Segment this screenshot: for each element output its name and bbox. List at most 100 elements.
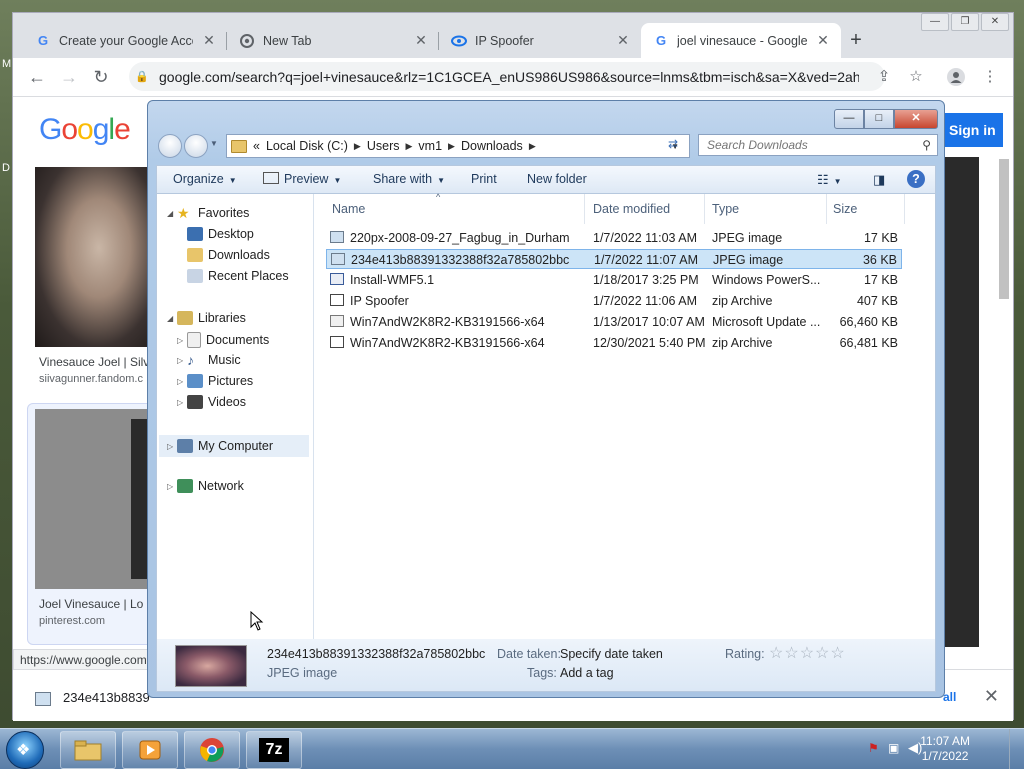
forward-arrow-icon[interactable]: → (57, 65, 81, 89)
taskbar-explorer[interactable] (60, 731, 116, 769)
tags-value[interactable]: Add a tag (560, 666, 614, 680)
column-divider[interactable] (904, 194, 905, 224)
address-breadcrumb[interactable]: « Local Disk (C:) ▶ Users ▶ vm1 ▶ Downloads… (226, 134, 690, 158)
refresh-icon[interactable]: ⇄ (668, 137, 678, 151)
column-divider[interactable] (704, 194, 705, 224)
lock-icon: 🔒 (135, 71, 149, 83)
search-box[interactable]: ⚲ (698, 134, 938, 156)
nav-music[interactable]: ▷ ♪ Music (177, 353, 241, 367)
image-result-caption[interactable]: Vinesauce Joel | Silv (39, 355, 149, 369)
close-window-button[interactable]: ✕ (981, 13, 1009, 31)
menu-kebab-icon[interactable]: ⋮ (981, 68, 999, 86)
maximize-button[interactable]: □ (864, 109, 894, 129)
nav-favorites[interactable]: ◢ ★ Favorites (167, 206, 249, 220)
close-icon[interactable]: ✕ (984, 686, 999, 707)
nav-downloads[interactable]: Downloads (187, 248, 270, 262)
taskbar-7zip[interactable]: 7z (246, 731, 302, 769)
file-row-selected[interactable]: 234e413b88391332388f32a785802bbc 1/7/202… (326, 249, 902, 269)
breadcrumb-users[interactable]: Users (367, 139, 400, 153)
back-button[interactable] (158, 134, 182, 158)
close-icon[interactable]: ✕ (815, 32, 831, 49)
close-icon[interactable]: ✕ (201, 32, 217, 49)
share-icon[interactable]: ⇪ (875, 68, 893, 86)
file-row[interactable]: Win7AndW2K8R2-KB3191566-x64 12/30/2021 5… (326, 333, 902, 353)
taskbar-media-player[interactable] (122, 731, 178, 769)
nav-my-computer[interactable]: ▷ My Computer (159, 435, 309, 457)
file-date: 1/18/2017 3:25 PM (593, 273, 699, 287)
new-folder-button[interactable]: New folder (527, 172, 587, 186)
breadcrumb-downloads[interactable]: Downloads (461, 139, 523, 153)
bookmark-star-icon[interactable]: ☆ (907, 68, 925, 86)
new-tab-button[interactable]: + (845, 29, 867, 51)
action-center-flag-icon[interactable]: ⚑ (868, 741, 879, 755)
chevron-right-icon[interactable]: ▶ (448, 141, 455, 152)
chevron-right-icon[interactable]: ▶ (354, 141, 361, 152)
recent-locations-chevron-icon[interactable]: ▼ (210, 139, 218, 148)
column-header-name[interactable]: Name (332, 202, 365, 216)
show-desktop-button[interactable] (1009, 729, 1024, 769)
search-input[interactable] (705, 137, 909, 153)
view-options-icon[interactable]: ☷ ▼ (817, 172, 842, 188)
rating-stars[interactable]: ☆☆☆☆☆ (769, 643, 846, 663)
tab-joel-vinesauce-search[interactable]: G joel vinesauce - Google S ✕ (641, 23, 841, 58)
taskbar-chrome[interactable] (184, 731, 240, 769)
column-header-type[interactable]: Type (712, 202, 739, 216)
download-item-name[interactable]: 234e413b8839 (63, 690, 150, 705)
file-row[interactable]: 220px-2008-09-27_Fagbug_in_Durham 1/7/20… (326, 228, 902, 248)
column-divider[interactable] (826, 194, 827, 224)
image-result-caption[interactable]: Joel Vinesauce | Lo (39, 597, 143, 611)
profile-avatar-icon[interactable] (947, 68, 965, 86)
tab-create-google-account[interactable]: G Create your Google Accou ✕ (23, 23, 227, 58)
nav-libraries[interactable]: ◢ Libraries (167, 311, 246, 325)
help-icon[interactable]: ? (907, 170, 925, 188)
close-icon[interactable]: ✕ (413, 32, 429, 49)
breadcrumb-overflow[interactable]: « (253, 139, 260, 153)
start-button[interactable]: ❖ (6, 731, 44, 769)
nav-pictures[interactable]: ▷ Pictures (177, 374, 253, 388)
sign-in-button[interactable]: Sign in (941, 113, 1003, 147)
reload-icon[interactable]: ↻ (89, 65, 113, 89)
column-header-size[interactable]: Size (833, 202, 857, 216)
column-header-date[interactable]: Date modified (593, 202, 670, 216)
maximize-button[interactable]: ❐ (951, 13, 979, 31)
show-all-link[interactable]: all (943, 690, 956, 704)
nav-desktop[interactable]: Desktop (187, 227, 254, 241)
column-divider[interactable] (584, 194, 585, 224)
google-logo[interactable]: Google (39, 113, 131, 147)
nav-videos[interactable]: ▷ Videos (177, 395, 246, 409)
update-package-icon (330, 315, 344, 327)
back-arrow-icon[interactable]: ← (25, 65, 49, 89)
search-icon[interactable]: ⚲ (922, 138, 931, 152)
organize-menu[interactable]: Organize ▼ (173, 172, 237, 186)
tab-ip-spoofer[interactable]: IP Spoofer ✕ (439, 23, 641, 58)
network-tray-icon[interactable]: ▣ (888, 741, 899, 755)
desktop-icon (187, 227, 203, 241)
file-row[interactable]: IP Spoofer 1/7/2022 11:06 AM zip Archive… (326, 291, 902, 311)
forward-button[interactable] (184, 134, 208, 158)
file-row[interactable]: Install-WMF5.1 1/18/2017 3:25 PM Windows… (326, 270, 902, 290)
chevron-right-icon[interactable]: ▶ (529, 141, 536, 152)
close-dialog-button[interactable]: ✕ (894, 109, 938, 129)
preview-pane-icon[interactable]: ◨ (873, 172, 885, 188)
file-row[interactable]: Win7AndW2K8R2-KB3191566-x64 1/13/2017 10… (326, 312, 902, 332)
nav-network[interactable]: ▷ Network (167, 479, 244, 493)
print-button[interactable]: Print (471, 172, 497, 186)
breadcrumb-local-disk[interactable]: Local Disk (C:) (266, 139, 348, 153)
image-result-thumbnail[interactable] (35, 167, 151, 347)
preview-menu[interactable]: Preview ▼ (263, 172, 341, 186)
chevron-right-icon[interactable]: ▶ (406, 141, 413, 152)
tab-new-tab[interactable]: New Tab ✕ (227, 23, 439, 58)
close-icon[interactable]: ✕ (615, 32, 631, 49)
page-scrollbar[interactable] (999, 159, 1009, 299)
nav-recent-places[interactable]: Recent Places (187, 269, 289, 283)
minimize-button[interactable]: — (921, 13, 949, 31)
minimize-button[interactable]: — (834, 109, 864, 129)
address-bar[interactable]: 🔒 google.com/search?q=joel+vinesauce&rlz… (129, 62, 885, 91)
nav-documents[interactable]: ▷ Documents (177, 332, 269, 348)
file-date: 1/7/2022 11:03 AM (593, 231, 698, 245)
breadcrumb-vm1[interactable]: vm1 (418, 139, 442, 153)
share-with-menu[interactable]: Share with ▼ (373, 172, 445, 186)
clock[interactable]: 11:07 AM 1/7/2022 (920, 734, 970, 764)
date-taken-value[interactable]: Specify date taken (560, 647, 663, 661)
address-url[interactable]: google.com/search?q=joel+vinesauce&rlz=1… (159, 69, 859, 85)
